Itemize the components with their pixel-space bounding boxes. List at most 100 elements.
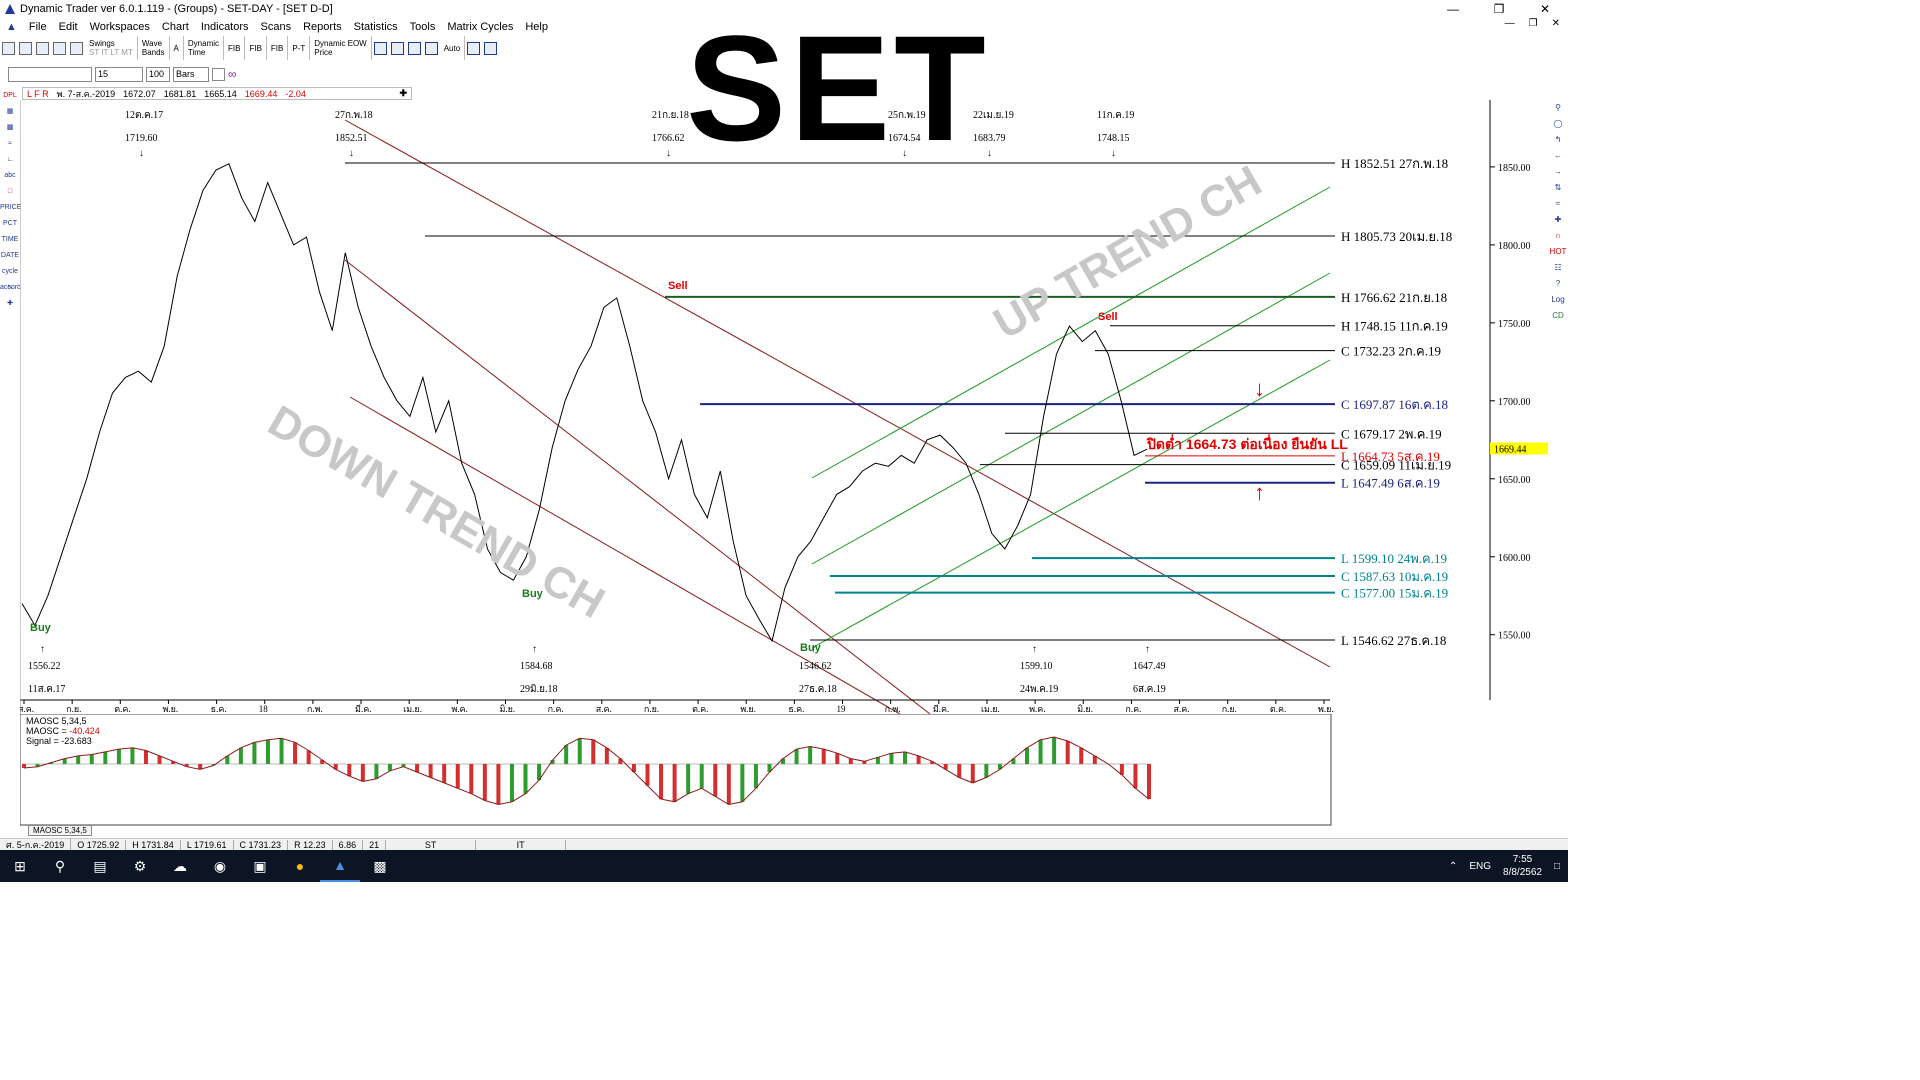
open-folder-icon[interactable]: [36, 41, 49, 55]
menu-workspaces[interactable]: Workspaces: [84, 21, 156, 33]
vertical-arrows-icon[interactable]: ⇅: [1548, 180, 1568, 196]
menu-help[interactable]: Help: [519, 21, 554, 33]
ab-pattern-icon[interactable]: [424, 41, 438, 55]
hi-icon[interactable]: [70, 41, 83, 55]
osc-signal: Signal = -23.683: [26, 736, 92, 746]
abc-pattern-icon[interactable]: [373, 41, 387, 55]
x-tick-label: พ.ย.: [740, 704, 756, 714]
open-data-icon[interactable]: [19, 41, 32, 55]
cd-button[interactable]: CD: [1548, 308, 1568, 324]
cloud-icon[interactable]: ☁: [160, 850, 200, 882]
bars-count-input[interactable]: 100: [146, 66, 170, 82]
maximize-button[interactable]: ❐: [1476, 0, 1522, 18]
price-chart[interactable]: H 1852.51 27ก.พ.18 H 1805.73 20เม.ย.18 H 1…: [20, 100, 1548, 714]
dpl-tool[interactable]: DPL: [0, 88, 20, 104]
price-tool[interactable]: PRICE: [0, 200, 21, 216]
close-button[interactable]: ✕: [1522, 0, 1568, 18]
right-arrow-icon[interactable]: →: [1548, 164, 1568, 180]
log-button[interactable]: Log: [1548, 292, 1568, 308]
clapper-icon[interactable]: ▩: [360, 850, 400, 882]
menu-file[interactable]: File: [23, 21, 53, 33]
menu-app-icon[interactable]: ▲: [0, 21, 23, 33]
notification-icon[interactable]: □: [1554, 861, 1560, 872]
grid-icon[interactable]: [212, 67, 225, 81]
hot-button[interactable]: HOT: [1548, 244, 1568, 260]
buy-signal-label: Buy: [30, 622, 52, 634]
fib-ext-button[interactable]: FIB: [267, 36, 289, 60]
a-button[interactable]: A: [170, 36, 184, 60]
app-icon-2[interactable]: ▣: [240, 850, 280, 882]
wave-icon[interactable]: ≈: [1548, 196, 1568, 212]
chrome-icon[interactable]: ●: [280, 850, 320, 882]
status-high: H 1731.84: [126, 839, 181, 850]
auto-button[interactable]: Auto: [440, 36, 466, 60]
magnet-icon[interactable]: ∩: [1548, 228, 1568, 244]
x-tick-label: ธ.ค.: [211, 704, 227, 714]
minimize-button[interactable]: —: [1430, 0, 1476, 18]
left-arrow-icon[interactable]: ←: [1548, 148, 1568, 164]
zoom-icon[interactable]: ◯: [1548, 116, 1568, 132]
tray-chevron-icon[interactable]: ⌃: [1449, 861, 1457, 872]
save-icon[interactable]: [53, 41, 66, 55]
fib-price-button[interactable]: FIB: [245, 36, 267, 60]
cycle-accord-tool[interactable]: cycle accord: [0, 264, 21, 291]
new-chart-icon[interactable]: [2, 41, 15, 55]
map-pin-icon[interactable]: ◉: [200, 850, 240, 882]
abcd-pattern-icon[interactable]: [390, 41, 404, 55]
wave-pattern-icon[interactable]: [407, 41, 421, 55]
period-select[interactable]: 15: [95, 66, 143, 82]
up-channel-line: [811, 186, 1331, 479]
bottom-pivot-arrow: ↑: [40, 644, 45, 655]
start-icon[interactable]: ⊞: [0, 850, 40, 882]
mdi-restore-button[interactable]: ❐: [1529, 18, 1538, 29]
bar-tool-icon[interactable]: ▩: [0, 120, 20, 136]
dynamic-trader-icon[interactable]: ▲: [320, 850, 360, 882]
oscillator-panel[interactable]: MAOSC 5,34,5 MAOSC = -40.424 Signal = -2…: [20, 714, 1332, 826]
rect-tool-icon[interactable]: □: [0, 184, 20, 200]
menu-tools[interactable]: Tools: [404, 21, 442, 33]
dynamic-time-button[interactable]: Dynamic Time: [184, 36, 225, 60]
search-icon[interactable]: ⚲: [1548, 100, 1568, 116]
crosshair-tool-icon[interactable]: ✚: [0, 296, 20, 312]
bars-unit-select[interactable]: Bars: [173, 66, 209, 82]
app-icon-1[interactable]: ⚙: [120, 850, 160, 882]
line-tool-icon[interactable]: ∟: [0, 152, 20, 168]
wave-bands-button[interactable]: Wave Bands: [138, 36, 170, 60]
menu-statistics[interactable]: Statistics: [348, 21, 404, 33]
calc-tool-icon[interactable]: ▦: [0, 104, 20, 120]
time-tool[interactable]: TIME: [0, 232, 20, 248]
up-left-arrow-icon[interactable]: ↰: [1548, 132, 1568, 148]
wave-tool-icon[interactable]: ≈: [0, 136, 20, 152]
cycle-icon[interactable]: ∞: [228, 67, 237, 81]
clock[interactable]: 7:55 8/8/2562: [1503, 853, 1542, 879]
help-button[interactable]: ?: [1548, 276, 1568, 292]
swings-button[interactable]: Swings ST IT LT MT: [85, 36, 138, 60]
bars-icon[interactable]: ☷: [1548, 260, 1568, 276]
language-indicator[interactable]: ENG: [1469, 861, 1491, 872]
add-icon[interactable]: ✚: [399, 88, 407, 99]
symbol-select[interactable]: [8, 66, 92, 82]
menu-indicators[interactable]: Indicators: [195, 21, 255, 33]
app-icon: [4, 3, 16, 15]
pt-button[interactable]: P-T: [288, 36, 311, 60]
x-tick-label: เม.ย.: [403, 704, 422, 714]
menu-edit[interactable]: Edit: [53, 21, 84, 33]
add-icon[interactable]: ✚: [1548, 212, 1568, 228]
date-tool[interactable]: DATE: [0, 248, 20, 264]
task-view-icon[interactable]: ▤: [80, 850, 120, 882]
menu-scans[interactable]: Scans: [255, 21, 298, 33]
mdi-close-button[interactable]: ✕: [1552, 18, 1560, 29]
mdi-minimize-button[interactable]: —: [1505, 18, 1515, 29]
dynamic-eow-button[interactable]: Dynamic EOW Price: [310, 36, 372, 60]
menu-matrix-cycles[interactable]: Matrix Cycles: [441, 21, 519, 33]
zigzag2-icon[interactable]: [484, 41, 498, 55]
menu-reports[interactable]: Reports: [297, 21, 348, 33]
menu-chart[interactable]: Chart: [156, 21, 195, 33]
fib-time-button[interactable]: FIB: [224, 36, 246, 60]
search-icon[interactable]: ⚲: [40, 850, 80, 882]
y-tick-label: 1700.00: [1498, 397, 1531, 408]
abc-tool[interactable]: abc: [0, 168, 20, 184]
zigzag-icon[interactable]: [467, 41, 481, 55]
osc-tab[interactable]: MAOSC 5,34,5: [28, 825, 92, 836]
pct-tool[interactable]: PCT: [0, 216, 20, 232]
